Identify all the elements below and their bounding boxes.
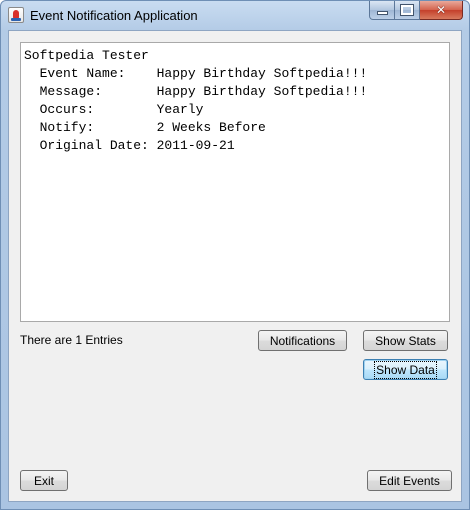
entries-count-label: There are 1 Entries xyxy=(20,333,123,347)
exit-button[interactable]: Exit xyxy=(20,470,68,491)
app-window: Event Notification Application ✕ Softped… xyxy=(0,0,470,510)
details-line-message: Message: Happy Birthday Softpedia!!! xyxy=(24,84,368,99)
close-button[interactable]: ✕ xyxy=(420,1,463,20)
exit-button-label: Exit xyxy=(33,473,54,488)
details-line-name: Softpedia Tester xyxy=(24,48,149,63)
maximize-button[interactable] xyxy=(395,1,420,20)
details-line-notify: Notify: 2 Weeks Before xyxy=(24,120,266,135)
minimize-button[interactable] xyxy=(369,1,395,20)
details-line-occurs: Occurs: Yearly xyxy=(24,102,204,117)
notifications-button[interactable]: Notifications xyxy=(258,330,347,351)
edit-events-button[interactable]: Edit Events xyxy=(367,470,452,491)
maximize-icon xyxy=(400,4,414,16)
event-details-textarea[interactable]: Softpedia Tester Event Name: Happy Birth… xyxy=(20,42,450,322)
title-bar[interactable]: Event Notification Application ✕ xyxy=(1,1,469,30)
show-stats-button[interactable]: Show Stats xyxy=(363,330,448,351)
close-icon: ✕ xyxy=(435,3,447,17)
show-stats-button-label: Show Stats xyxy=(375,333,436,348)
window-controls: ✕ xyxy=(369,1,463,20)
edit-events-button-label: Edit Events xyxy=(379,473,440,488)
window-title: Event Notification Application xyxy=(30,8,198,23)
notifications-button-label: Notifications xyxy=(269,333,336,348)
show-data-button[interactable]: Show Data xyxy=(363,359,448,380)
java-app-icon xyxy=(8,7,24,23)
content-panel: Softpedia Tester Event Name: Happy Birth… xyxy=(8,30,462,502)
details-line-event-name: Event Name: Happy Birthday Softpedia!!! xyxy=(24,66,368,81)
details-line-original-date: Original Date: 2011-09-21 xyxy=(24,138,235,153)
minimize-icon xyxy=(376,11,388,15)
show-data-button-label: Show Data xyxy=(374,360,437,379)
